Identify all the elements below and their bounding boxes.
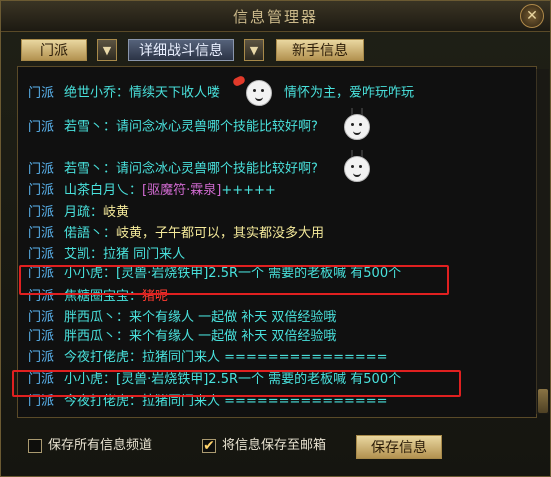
scrollbar-thumb[interactable] — [538, 389, 548, 413]
message-text: ：情续天下收人喽 — [116, 85, 221, 101]
save-to-mail-label: 将信息保存至邮箱 — [222, 438, 327, 453]
save-all-channels-checkbox[interactable] — [28, 439, 42, 453]
message-row: 门派 胖西瓜丶：来个有缘人 一起做 补天 双倍经验哦 — [28, 309, 336, 327]
window-title: 信息管理器 — [232, 8, 318, 26]
combat-info-button[interactable]: 详细战斗信息 — [128, 39, 234, 61]
message-text: ：来个有缘人 一起做 补天 双倍经验哦 — [116, 310, 337, 325]
message-extra: 岐黄，子午都可以，其实都没多大用 — [116, 226, 325, 241]
message-sender[interactable]: 若雪丶 — [64, 120, 103, 135]
message-channel[interactable]: 门派 — [28, 350, 54, 365]
message-sender[interactable]: 若雪丶 — [64, 162, 103, 177]
message-extra: +++++ — [221, 183, 276, 198]
message-row: 门派 偌語丶：岐黄，子午都可以，其实都没多大用 — [28, 225, 324, 243]
message-text: ：请问念冰心灵兽哪个技能比较好啊? — [103, 119, 318, 135]
message-text: ： — [90, 205, 104, 220]
message-row: 门派 绝世小乔：情续天下收人喽 情怀为主，爱咋玩咋玩 — [28, 74, 415, 106]
message-row: 门派 胖西瓜丶：来个有缘人 一起做 补天 双倍经验哦 — [28, 328, 336, 346]
message-channel[interactable]: 门派 — [28, 247, 54, 262]
message-extra: 岐黄 — [103, 205, 130, 220]
message-channel[interactable]: 门派 — [28, 183, 54, 198]
message-row: 门派 今夜打佬虎：拉猪同门来人 =============== — [28, 349, 388, 367]
message-text: ：来个有缘人 一起做 补天 双倍经验哦 — [116, 329, 337, 344]
message-sender[interactable]: 胖西瓜丶 — [64, 329, 116, 344]
message-row: 门派 艾凯：拉猪 同门来人 — [28, 246, 185, 264]
save-info-button[interactable]: 保存信息 — [356, 435, 442, 459]
message-text: ：拉猪同门来人 =============== — [129, 350, 388, 365]
message-sender[interactable]: 艾凯 — [64, 247, 90, 262]
message-text: ：拉猪 同门来人 — [90, 247, 186, 262]
message-channel[interactable]: 门派 — [28, 226, 54, 241]
message-text: ：请问念冰心灵兽哪个技能比较好啊? — [103, 161, 318, 177]
highlight-box-1 — [19, 265, 449, 295]
message-sender[interactable]: 偌語丶 — [64, 226, 103, 241]
message-text: ： — [103, 226, 117, 241]
message-sender[interactable]: 今夜打佬虎 — [64, 350, 129, 365]
footer: 保存所有信息频道 ✔ 将信息保存至邮箱 保存信息 — [1, 431, 550, 471]
message-row: 门派 若雪丶：请问念冰心灵兽哪个技能比较好啊? — [28, 150, 382, 182]
title-bar[interactable]: 信息管理器 ✕ — [1, 1, 550, 32]
message-channel[interactable]: 门派 — [28, 205, 54, 220]
save-to-mail-checkbox[interactable]: ✔ — [202, 439, 216, 453]
message-sender[interactable]: 胖西瓜丶 — [64, 310, 116, 325]
message-log-panel[interactable]: 门派 绝世小乔：情续天下收人喽 情怀为主，爱咋玩咋玩 门派 若雪丶：请问念冰心灵兽哪个技… — [17, 66, 537, 418]
channel-filter-button[interactable]: 门派 — [21, 39, 87, 61]
message-row: 门派 山茶白月乀：[驱魔符·霖泉]+++++ — [28, 182, 276, 200]
message-row: 门派 月疏：岐黄 — [28, 204, 129, 222]
message-scrollbar[interactable] — [536, 69, 549, 414]
message-channel[interactable]: 门派 — [28, 329, 54, 344]
close-button[interactable]: ✕ — [520, 4, 544, 28]
save-all-channels-label: 保存所有信息频道 — [48, 438, 153, 453]
antenna-face-emoji-icon — [343, 150, 370, 182]
item-link[interactable]: [驱魔符·霖泉] — [142, 183, 221, 198]
combat-dropdown-arrow-icon[interactable]: ▼ — [244, 39, 264, 61]
message-row: 门派 若雪丶：请问念冰心灵兽哪个技能比较好啊? — [28, 108, 382, 140]
message-sender[interactable]: 绝世小乔 — [64, 86, 116, 101]
channel-dropdown-arrow-icon[interactable]: ▼ — [97, 39, 117, 61]
bow-face-emoji-icon — [231, 74, 273, 106]
message-channel[interactable]: 门派 — [28, 310, 54, 325]
message-sender[interactable]: 月疏 — [64, 205, 90, 220]
message-text: ： — [129, 183, 143, 198]
message-sender[interactable]: 山茶白月乀 — [64, 183, 129, 198]
message-extra: 情怀为主，爱咋玩咋玩 — [284, 85, 415, 101]
message-channel[interactable]: 门派 — [28, 86, 54, 101]
antenna-face-emoji-icon — [343, 108, 370, 140]
message-channel[interactable]: 门派 — [28, 120, 54, 135]
message-channel[interactable]: 门派 — [28, 162, 54, 177]
newbie-info-button[interactable]: 新手信息 — [276, 39, 364, 61]
highlight-box-2 — [12, 370, 461, 397]
info-manager-window: 信息管理器 ✕ 门派 ▼ 详细战斗信息 ▼ 新手信息 门派 绝世小乔：情续天下收人… — [0, 0, 551, 477]
